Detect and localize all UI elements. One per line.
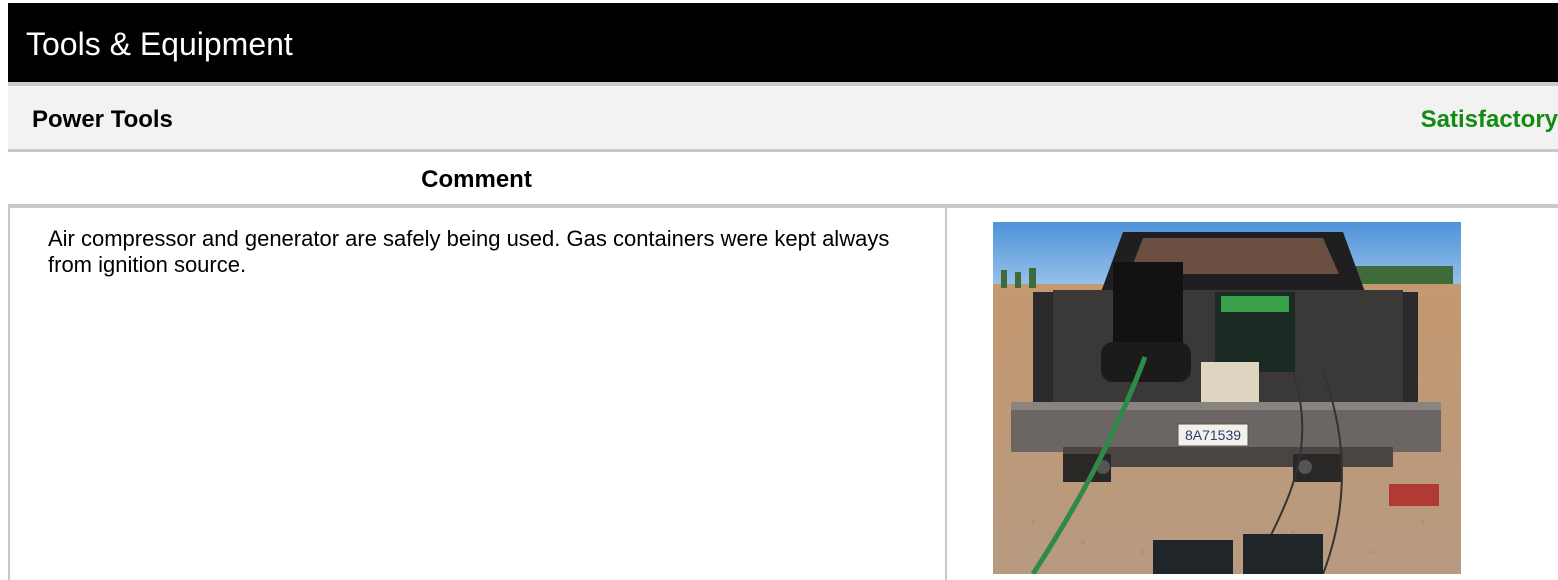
comment-text: Air compressor and generator are safely …: [48, 226, 890, 277]
inspection-photo[interactable]: 8A71539: [993, 222, 1461, 574]
photo-icon: 8A71539: [993, 222, 1461, 574]
comment-header-row: Comment: [8, 152, 1558, 204]
inspection-item-row: Power Tools Satisfactory: [8, 86, 1558, 149]
report-frame: Tools & Equipment Power Tools Satisfacto…: [8, 0, 1558, 580]
section-header-bar: Tools & Equipment: [8, 3, 1558, 82]
column-divider: [945, 208, 947, 580]
left-border: [8, 208, 10, 580]
license-plate: 8A71539: [1185, 427, 1241, 443]
comment-heading: Comment: [421, 166, 532, 193]
status-badge: Satisfactory: [1420, 106, 1558, 133]
inspection-item-name: Power Tools: [32, 106, 173, 133]
page-title: Tools & Equipment: [26, 26, 293, 62]
comment-body-row: Air compressor and generator are safely …: [8, 208, 1558, 580]
